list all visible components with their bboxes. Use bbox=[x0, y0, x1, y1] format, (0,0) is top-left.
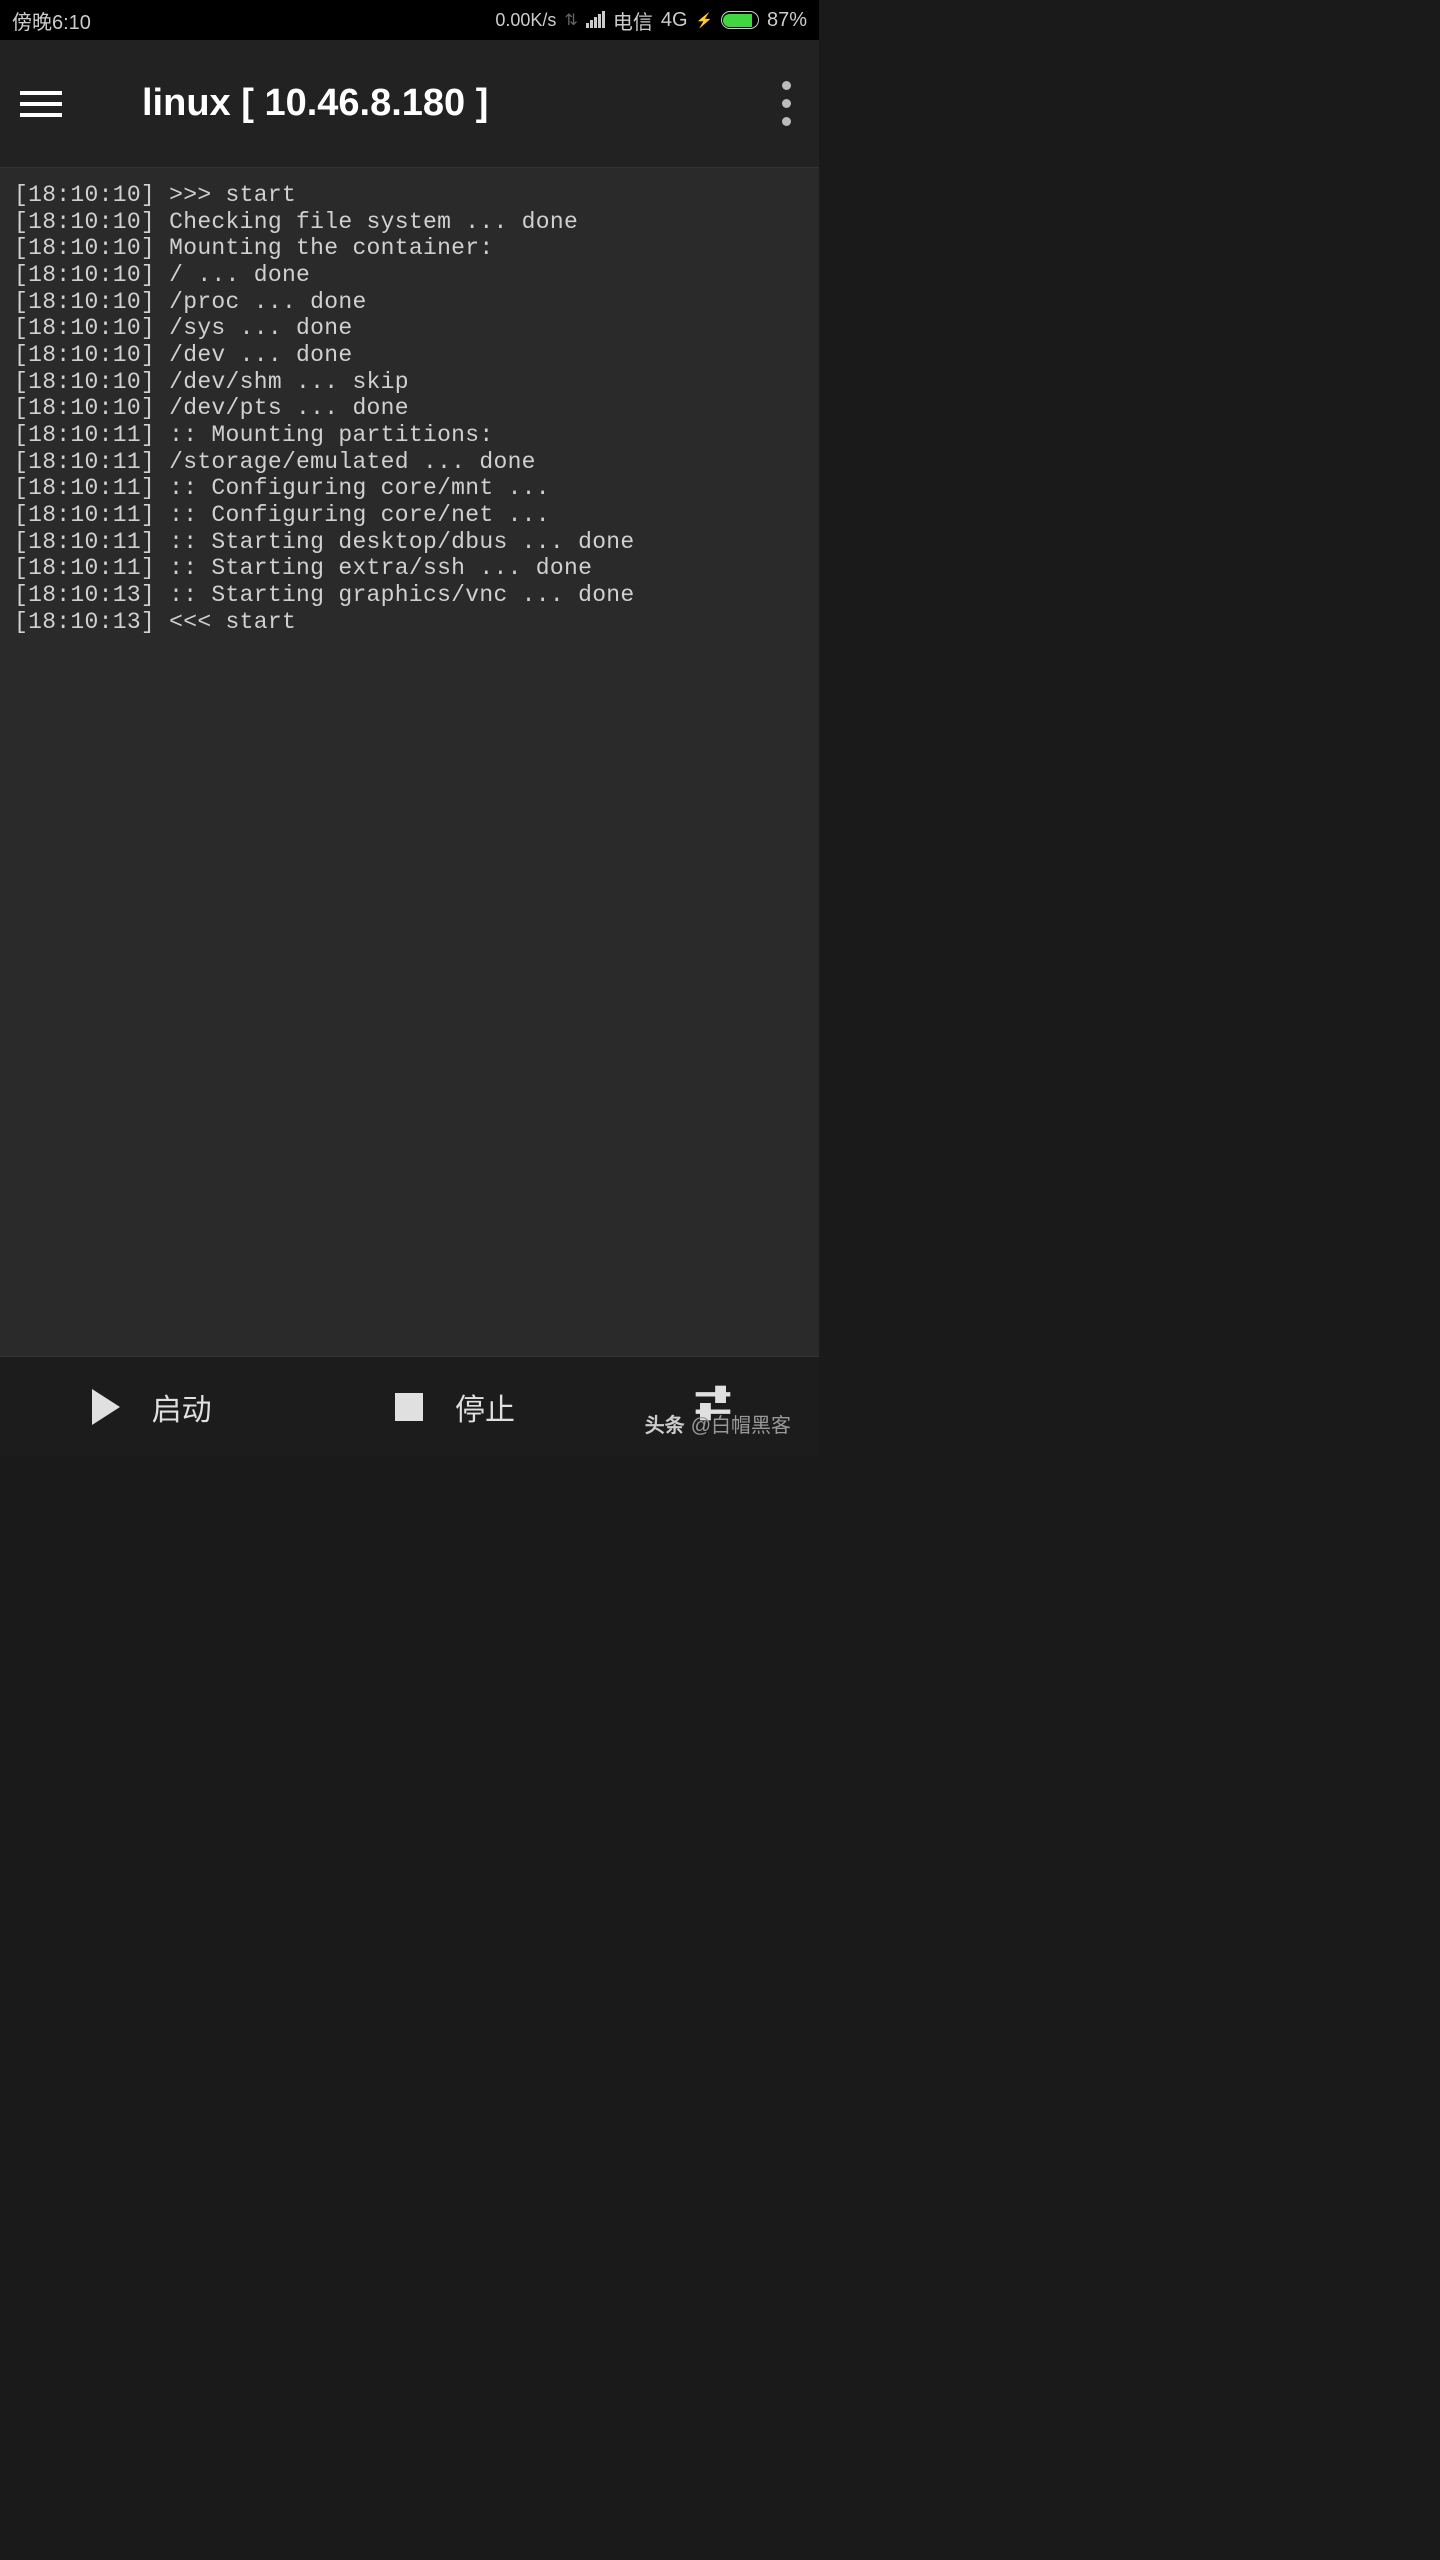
terminal-line: [18:10:10] /dev/shm ... skip bbox=[14, 369, 805, 396]
app-title: linux [ 10.46.8.180 ] bbox=[102, 82, 734, 125]
bottom-bar: 启动 停止 bbox=[0, 1356, 819, 1456]
stop-icon bbox=[395, 1393, 423, 1421]
terminal-line: [18:10:11] :: Configuring core/mnt ... bbox=[14, 475, 805, 502]
stop-label: 停止 bbox=[455, 1385, 515, 1429]
terminal-line: [18:10:10] Checking file system ... done bbox=[14, 209, 805, 236]
play-icon bbox=[92, 1389, 120, 1425]
net-speed: 0.00K/s bbox=[495, 10, 556, 31]
watermark-brand: 头条 bbox=[645, 1409, 685, 1438]
battery-percent: 87% bbox=[767, 9, 807, 32]
signal-bars-icon bbox=[586, 12, 605, 28]
terminal-line: [18:10:13] <<< start bbox=[14, 609, 805, 636]
hamburger-menu-button[interactable] bbox=[20, 91, 62, 117]
start-button[interactable]: 启动 bbox=[0, 1357, 303, 1456]
terminal-output[interactable]: [18:10:10] >>> start[18:10:10] Checking … bbox=[0, 168, 819, 1356]
battery-icon bbox=[721, 11, 759, 29]
terminal-line: [18:10:10] / ... done bbox=[14, 262, 805, 289]
terminal-line: [18:10:11] :: Starting desktop/dbus ... … bbox=[14, 529, 805, 556]
terminal-line: [18:10:10] /proc ... done bbox=[14, 289, 805, 316]
terminal-line: [18:10:11] :: Configuring core/net ... bbox=[14, 502, 805, 529]
terminal-line: [18:10:11] :: Starting extra/ssh ... don… bbox=[14, 555, 805, 582]
stop-button[interactable]: 停止 bbox=[303, 1357, 606, 1456]
start-label: 启动 bbox=[152, 1385, 212, 1429]
terminal-line: [18:10:10] Mounting the container: bbox=[14, 235, 805, 262]
settings-button[interactable] bbox=[607, 1357, 819, 1456]
data-arrows-icon: ⇅ bbox=[564, 10, 577, 30]
charging-icon: ⚡ bbox=[696, 12, 713, 29]
carrier-label: 电信 bbox=[613, 6, 653, 35]
status-right: 0.00K/s ⇅ 电信 4G ⚡ 87% bbox=[495, 6, 807, 35]
network-type: 4G bbox=[661, 9, 688, 32]
status-time: 傍晚6:10 bbox=[12, 6, 91, 35]
terminal-line: [18:10:10] >>> start bbox=[14, 182, 805, 209]
app-bar: linux [ 10.46.8.180 ] bbox=[0, 40, 819, 168]
terminal-line: [18:10:11] :: Mounting partitions: bbox=[14, 422, 805, 449]
terminal-line: [18:10:10] /dev/pts ... done bbox=[14, 395, 805, 422]
terminal-line: [18:10:10] /sys ... done bbox=[14, 315, 805, 342]
terminal-line: [18:10:13] :: Starting graphics/vnc ... … bbox=[14, 582, 805, 609]
terminal-line: [18:10:10] /dev ... done bbox=[14, 342, 805, 369]
status-bar: 傍晚6:10 0.00K/s ⇅ 电信 4G ⚡ 87% bbox=[0, 0, 819, 40]
more-options-button[interactable] bbox=[774, 73, 799, 134]
watermark: 头条 @白帽黑客 bbox=[645, 1409, 791, 1438]
watermark-author: @白帽黑客 bbox=[691, 1409, 791, 1438]
terminal-line: [18:10:11] /storage/emulated ... done bbox=[14, 449, 805, 476]
